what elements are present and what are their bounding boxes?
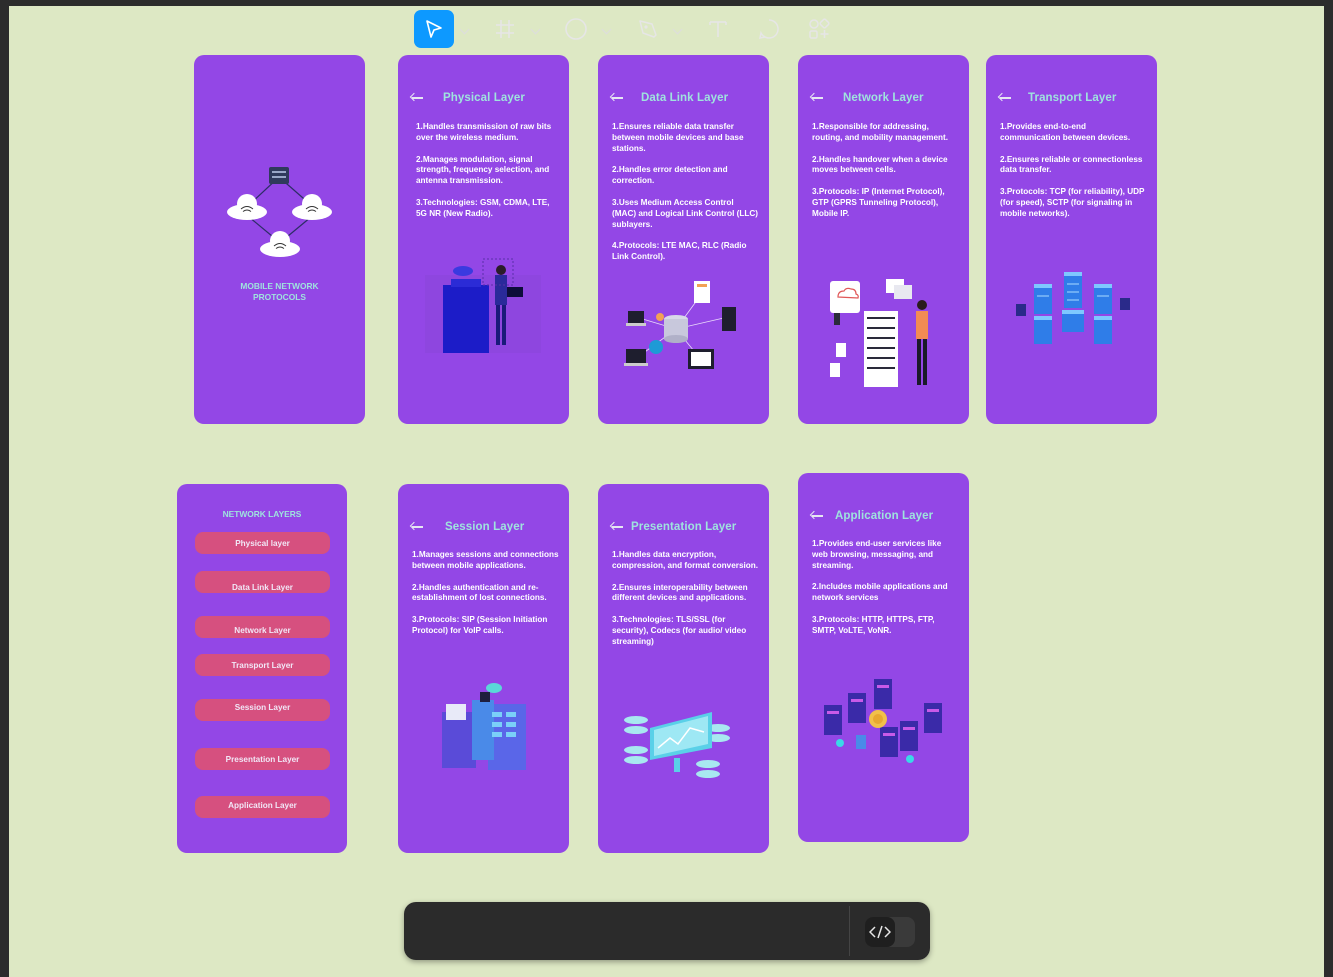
back-arrow-icon[interactable] bbox=[410, 93, 424, 103]
card-title: Transport Layer bbox=[1028, 92, 1117, 104]
card-body: 1.Provides end-to-end communication betw… bbox=[1000, 122, 1145, 218]
move-tool[interactable] bbox=[414, 10, 454, 48]
menu-item-network-layer[interactable]: Network Layer bbox=[195, 616, 330, 638]
card-body: 1.Manages sessions and connections betwe… bbox=[412, 550, 559, 635]
text-tool[interactable] bbox=[700, 10, 736, 48]
card-body: 1.Ensures reliable data transfer between… bbox=[612, 122, 758, 262]
frame-data-link-layer[interactable]: Data Link Layer 1.Ensures reliable data … bbox=[598, 55, 769, 424]
cursor-icon bbox=[426, 20, 442, 38]
card-title: Session Layer bbox=[445, 521, 525, 533]
frame-transport-layer[interactable]: Transport Layer 1.Provides end-to-end co… bbox=[986, 55, 1157, 424]
ellipse-tool[interactable] bbox=[558, 10, 594, 48]
components-icon bbox=[809, 18, 830, 39]
bottom-toolbar bbox=[404, 902, 930, 960]
card-title: Presentation Layer bbox=[631, 521, 737, 533]
card-title: Physical Layer bbox=[443, 92, 525, 104]
menu-item-transport-layer[interactable]: Transport Layer bbox=[195, 654, 330, 676]
card-body: 1.Handles transmission of raw bits over … bbox=[416, 122, 552, 218]
pen-tool[interactable] bbox=[630, 10, 666, 48]
toolbar-divider bbox=[849, 906, 850, 956]
card-title: Network Layer bbox=[843, 92, 924, 104]
cover-title: MOBILE NETWORK PROTOCOLS bbox=[240, 281, 319, 302]
frame-network-layers-menu[interactable]: NETWORK LAYERS Physical layer Data Link … bbox=[177, 484, 347, 853]
components-tool[interactable] bbox=[801, 10, 837, 48]
back-arrow-icon[interactable] bbox=[810, 93, 824, 103]
server-technician-illustration bbox=[425, 258, 541, 353]
server-cloud-illustration bbox=[830, 279, 928, 387]
right-edge bbox=[1324, 0, 1333, 977]
card-title: Data Link Layer bbox=[641, 92, 729, 104]
back-arrow-icon[interactable] bbox=[998, 93, 1012, 103]
frame-tool[interactable] bbox=[487, 10, 523, 48]
text-icon bbox=[709, 21, 727, 37]
frame-physical-layer[interactable]: Physical Layer 1.Handles transmission of… bbox=[398, 55, 569, 424]
dev-mode-toggle[interactable] bbox=[865, 917, 915, 947]
servers-coin-illustration bbox=[824, 679, 942, 763]
server-rack-illustration bbox=[442, 683, 526, 770]
card-body: 1.Responsible for addressing, routing, a… bbox=[812, 122, 949, 218]
pen-icon bbox=[639, 20, 657, 38]
card-body: 1.Handles data encryption, compression, … bbox=[612, 550, 759, 646]
back-arrow-icon[interactable] bbox=[810, 511, 824, 521]
menu-item-physical-layer[interactable]: Physical layer bbox=[195, 532, 330, 554]
menu-item-data-link-layer[interactable]: Data Link Layer bbox=[195, 571, 330, 593]
menu-item-application-layer[interactable]: Application Layer bbox=[195, 796, 330, 818]
card-body: 1.Provides end-user services like web br… bbox=[812, 539, 948, 635]
comment-icon bbox=[759, 19, 779, 39]
menu-item-session-layer[interactable]: Session Layer bbox=[195, 699, 330, 721]
menu-item-presentation-layer[interactable]: Presentation Layer bbox=[195, 748, 330, 770]
data-monitor-illustration bbox=[624, 712, 730, 778]
frame-application-layer[interactable]: Application Layer 1.Provides end-user se… bbox=[798, 473, 969, 842]
server-cluster-illustration bbox=[1016, 272, 1130, 344]
network-diagram-illustration bbox=[227, 167, 332, 257]
devices-database-illustration bbox=[624, 281, 736, 369]
card-title: Application Layer bbox=[835, 510, 934, 522]
back-arrow-icon[interactable] bbox=[410, 522, 424, 532]
left-edge bbox=[0, 0, 9, 977]
code-icon bbox=[865, 917, 895, 947]
menu-title: NETWORK LAYERS bbox=[222, 509, 302, 519]
back-arrow-icon[interactable] bbox=[610, 93, 624, 103]
comment-tool[interactable] bbox=[751, 10, 787, 48]
frame-network-layer[interactable]: Network Layer 1.Responsible for addressi… bbox=[798, 55, 969, 424]
frame-session-layer[interactable]: Session Layer 1.Manages sessions and con… bbox=[398, 484, 569, 853]
back-arrow-icon[interactable] bbox=[610, 522, 624, 532]
frame-presentation-layer[interactable]: Presentation Layer 1.Handles data encryp… bbox=[598, 484, 769, 853]
circle-icon bbox=[565, 18, 587, 40]
frame-cover[interactable]: MOBILE NETWORK PROTOCOLS bbox=[194, 55, 365, 424]
frame-icon bbox=[496, 20, 514, 38]
